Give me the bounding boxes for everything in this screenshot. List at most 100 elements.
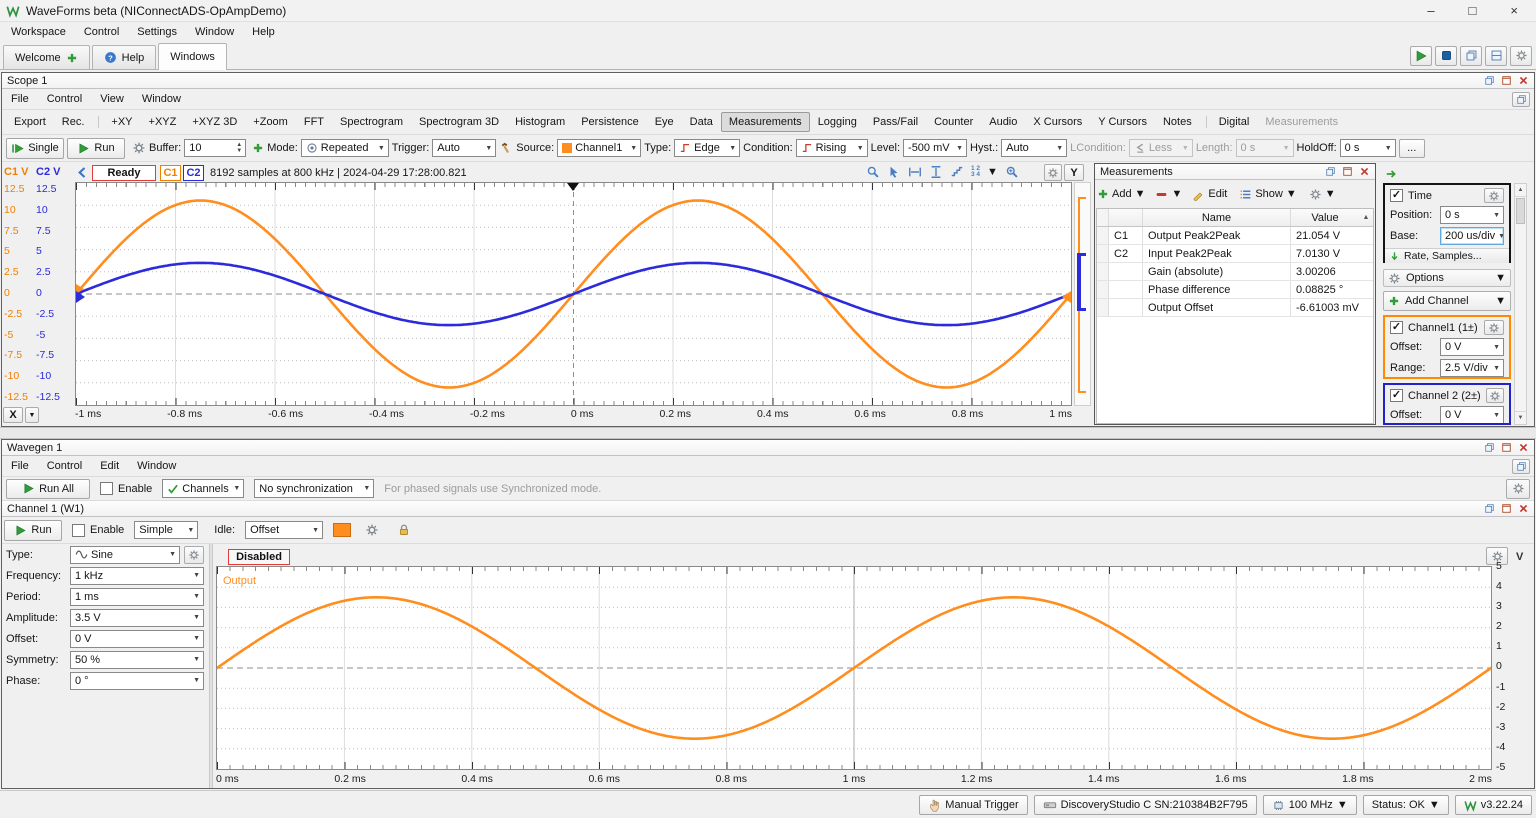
measurement-row[interactable]: C1 Output Peak2Peak 21.054 V: [1097, 227, 1373, 245]
wavegen-settings-button[interactable]: [1506, 478, 1530, 499]
measurements-titlebar[interactable]: Measurements: [1095, 164, 1375, 180]
channel2-settings-button[interactable]: [1485, 388, 1504, 403]
close-icon[interactable]: [1518, 442, 1529, 453]
wavegen-plot[interactable]: Output: [216, 566, 1492, 770]
wavegen-menu-item[interactable]: Edit: [91, 457, 128, 475]
scroll-up-icon[interactable]: ▲: [1359, 209, 1373, 226]
app-menu-item[interactable]: Help: [243, 23, 284, 41]
stop-all-instruments-button[interactable]: [1435, 45, 1457, 66]
run-button[interactable]: Run: [67, 137, 125, 159]
c1-axis-header[interactable]: C1 V: [4, 166, 28, 178]
scope-menu-item[interactable]: Control: [38, 90, 91, 108]
history-back-icon[interactable]: [76, 166, 89, 179]
c2-badge[interactable]: C2: [183, 165, 204, 181]
scope-view-button[interactable]: +XYZ 3D: [184, 112, 245, 132]
trigger-level-marker[interactable]: [1062, 291, 1071, 304]
add-measurement-button[interactable]: Add ▼: [1097, 188, 1145, 200]
run-all-button[interactable]: Run All: [6, 478, 90, 499]
scope-undock-button[interactable]: [1512, 91, 1530, 107]
plot-settings-button[interactable]: [1044, 164, 1062, 181]
zoom-in-icon[interactable]: [1005, 165, 1019, 179]
measurement-row[interactable]: C2 Input Peak2Peak 7.0130 V: [1097, 245, 1373, 263]
pointer-icon[interactable]: [887, 165, 901, 179]
edit-measurement-button[interactable]: Edit: [1192, 188, 1227, 201]
scope-view-button[interactable]: Counter: [926, 112, 981, 132]
channel-run-button[interactable]: Run: [4, 519, 62, 541]
wavegen-titlebar[interactable]: Wavegen 1: [2, 440, 1534, 456]
version-button[interactable]: v3.22.24: [1454, 795, 1532, 815]
x-axis-button[interactable]: X: [3, 407, 23, 423]
trigger-position-marker[interactable]: [566, 183, 579, 191]
scope-view-button[interactable]: +XYZ: [141, 112, 185, 132]
scope-view-button[interactable]: Measurements: [1257, 112, 1346, 132]
measurement-row[interactable]: Gain (absolute) 3.00206: [1097, 263, 1373, 281]
single-button[interactable]: Single: [6, 137, 64, 159]
close-icon[interactable]: [1359, 166, 1370, 177]
c1-badge[interactable]: C1: [160, 165, 181, 181]
restore-icon[interactable]: [1484, 503, 1495, 514]
measurement-row[interactable]: Phase difference 0.08825 °: [1097, 281, 1373, 299]
vertical-splitter[interactable]: [209, 544, 213, 788]
close-icon[interactable]: [1518, 503, 1529, 514]
mode-combo[interactable]: Repeated ▼: [300, 139, 389, 157]
scope-menu-item[interactable]: View: [91, 90, 133, 108]
cascade-windows-button[interactable]: [1460, 45, 1482, 66]
scope-view-button[interactable]: Spectrogram: [332, 112, 411, 132]
more-options-button[interactable]: ...: [1398, 138, 1425, 158]
scope-view-button[interactable]: Data: [682, 112, 721, 132]
field-combo[interactable]: Sine ▼: [70, 545, 180, 564]
scope-view-button[interactable]: Export: [6, 112, 54, 132]
maximize-icon[interactable]: [1501, 442, 1512, 453]
channel-lock-button[interactable]: [393, 520, 415, 540]
measurement-row[interactable]: Output Offset -6.61003 mV: [1097, 299, 1373, 317]
synchronization-combo[interactable]: No synchronization ▼: [254, 479, 375, 498]
source-combo[interactable]: Channel1 ▼: [557, 139, 642, 157]
app-menu-item[interactable]: Control: [75, 23, 128, 41]
channel1-range-combo[interactable]: 2.5 V/div ▼: [1440, 359, 1504, 377]
scroll-up-icon[interactable]: ▲: [1515, 184, 1526, 197]
holdoff-combo[interactable]: 0 s ▼: [1339, 139, 1396, 157]
scrollbar-thumb[interactable]: [1516, 198, 1525, 224]
value-column-header[interactable]: Value: [1291, 209, 1359, 226]
minimize-button[interactable]: –: [1427, 3, 1434, 18]
scope-view-button[interactable]: Y Cursors: [1090, 112, 1155, 132]
name-column-header[interactable]: Name: [1143, 209, 1291, 226]
idle-combo[interactable]: Offset ▼: [245, 521, 324, 539]
settings-button[interactable]: [1510, 45, 1532, 66]
add-channel-button[interactable]: Add Channel ▼: [1383, 291, 1511, 311]
field-combo[interactable]: 3.5 V ▼: [70, 608, 204, 627]
wavegen-menu-item[interactable]: Control: [38, 457, 91, 475]
type-settings-button[interactable]: [184, 545, 204, 564]
wavegen-menu-item[interactable]: File: [2, 457, 38, 475]
tab[interactable]: Windows: [158, 42, 227, 70]
y-axis-button[interactable]: Y: [1064, 164, 1084, 181]
layout-dropdown-icon[interactable]: ▼: [987, 166, 998, 178]
steps-icon[interactable]: [950, 165, 964, 179]
base-combo[interactable]: 200 us/div▼: [1440, 227, 1504, 245]
app-menu-item[interactable]: Window: [186, 23, 243, 41]
scope-view-button[interactable]: Eye: [647, 112, 682, 132]
app-menu-item[interactable]: Settings: [128, 23, 186, 41]
scope-plot[interactable]: [75, 182, 1072, 406]
rate-samples-button[interactable]: Rate, Samples...: [1385, 248, 1509, 263]
channel-column-header[interactable]: [1109, 209, 1143, 226]
show-measurements-button[interactable]: Show ▼: [1239, 188, 1297, 201]
remove-measurement-button[interactable]: ▼: [1155, 188, 1182, 201]
time-settings-button[interactable]: [1484, 188, 1504, 203]
channels-layout-icon[interactable]: 1 23 4: [971, 165, 980, 178]
scope-view-button[interactable]: Spectrogram 3D: [411, 112, 507, 132]
scope-view-button[interactable]: +Zoom: [245, 112, 296, 132]
tile-windows-button[interactable]: [1485, 45, 1507, 66]
scope-view-button[interactable]: Notes: [1155, 112, 1200, 132]
scope-view-button[interactable]: Digital: [1205, 112, 1258, 132]
close-icon[interactable]: [1518, 75, 1529, 86]
expand-panel-icon[interactable]: [1385, 167, 1399, 181]
hyst-combo[interactable]: Auto ▼: [1001, 139, 1068, 157]
panel-scrollbar[interactable]: ▲ ▼: [1514, 183, 1527, 425]
field-combo[interactable]: 50 % ▼: [70, 650, 204, 669]
tab[interactable]: Help: [91, 45, 157, 69]
restore-icon[interactable]: [1325, 166, 1336, 177]
horizontal-fit-icon[interactable]: [908, 165, 922, 179]
horizontal-splitter[interactable]: [0, 427, 1536, 439]
buffer-gear-icon[interactable]: [132, 141, 146, 155]
